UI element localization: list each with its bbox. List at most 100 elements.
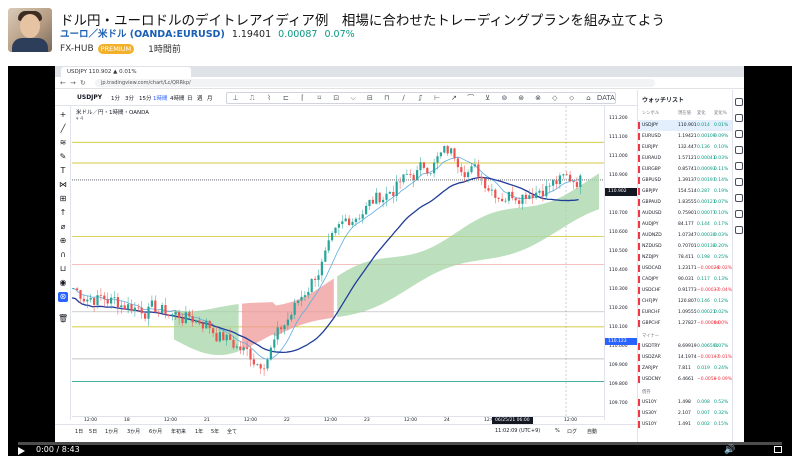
range-item[interactable]: 6か月 [149,428,162,435]
trendline-icon[interactable]: ╱ [58,124,68,134]
watchlist-row[interactable]: EURCHF 1.09555 0.00021 0.02% [638,307,733,318]
draw-tool-5[interactable]: ⌑ [311,94,328,102]
tf-3m[interactable]: 3分 [125,94,134,102]
range-item[interactable]: 5年 [211,428,219,435]
range-item[interactable]: 1年 [195,428,203,435]
tf-1m[interactable]: 1分 [111,94,120,102]
tf-m[interactable]: 月 [207,94,213,102]
draw-tool-6[interactable]: ⊡ [328,94,345,102]
symbol-link[interactable]: ユーロ／米ドル (OANDA:EURUSD) [60,29,225,40]
browser-tab[interactable]: USDJPY 110.902 ▲ 0.01% [61,67,191,77]
watchlist-row[interactable]: USDZAR 14.1974 −0.00147 −0.01% [638,352,733,363]
flag-icon[interactable] [638,243,640,250]
col-symbol[interactable]: シンボル [642,110,659,116]
range-item[interactable]: 3か月 [127,428,140,435]
watchlist-row[interactable]: USDCNY 6.4661 −0.0058 −0.09% [638,374,733,385]
flag-icon[interactable] [638,410,640,417]
flag-icon[interactable] [638,199,640,206]
draw-tool-16[interactable]: ⊚ [496,94,513,102]
range-item[interactable]: ログ [567,428,577,435]
lock-icon[interactable]: ⊔ [58,264,68,274]
range-item[interactable]: 年初来 [171,428,186,435]
range-item[interactable]: 自動 [587,428,597,435]
section-minor[interactable]: マイナー [642,333,659,339]
flag-icon[interactable] [638,298,640,305]
forward-icon[interactable]: → [70,79,76,87]
flag-icon[interactable] [638,254,640,261]
hide-icon[interactable]: ◉ [58,278,68,288]
watchlist-row[interactable]: US30Y 2.107 0.007 0.32% [638,408,733,419]
draw-tool-15[interactable]: ⊻ [479,94,496,102]
watchlist-row[interactable]: USDCHF 0.91773 −0.00037 −0.04% [638,285,733,296]
tf-4h[interactable]: 4時間 [170,94,185,102]
crosshair-icon[interactable]: + [58,110,68,120]
flag-icon[interactable] [638,343,640,350]
watchlist-row[interactable]: EURUSD 1.19421 0.00109 0.09% [638,131,733,142]
watchlist-row[interactable]: US10Y 1.491 0.002 0.15% [638,419,733,430]
watchlist-row[interactable]: AUDJPY 84.177 0.144 0.17% [638,219,733,230]
channel-name[interactable]: FX-HUB [60,44,94,54]
flag-icon[interactable] [638,133,640,140]
data-window-icon[interactable] [735,130,743,138]
alerts-icon[interactable] [735,114,743,122]
watchlist-row[interactable]: USDTRY 8.69919 0.006590 0.07% [638,341,733,352]
watchlist-row[interactable]: ZARJPY 7.811 0.019 0.24% [638,363,733,374]
fib-icon[interactable]: ≋ [58,138,68,148]
watchlist-row[interactable]: GBPUSD 1.39137 0.00197 0.14% [638,175,733,186]
watchlist-row[interactable]: USDJPY 110.901 0.014 0.01% [638,120,733,131]
flag-icon[interactable] [638,188,640,195]
pattern-icon[interactable]: ⋈ [58,180,68,190]
streams-icon[interactable] [735,194,743,202]
progress-bar[interactable] [18,442,782,445]
range-item[interactable]: 1日 [75,428,83,435]
flag-icon[interactable] [638,166,640,173]
channel-avatar[interactable] [8,8,52,52]
draw-tool-8[interactable]: ⊟ [362,94,379,102]
range-item[interactable]: 全て [227,428,237,435]
measure-icon[interactable]: ⊞ [58,194,68,204]
watchlist-title[interactable]: ウォッチリスト [642,95,684,104]
calendar-icon[interactable] [735,162,743,170]
draw-tool-4[interactable]: ⌈ [294,94,311,102]
price-chart[interactable]: 米ドル／円・1時間・OANDA ▾ 4 [71,106,604,416]
tf-d[interactable]: 日 [187,94,193,102]
draw-tool-22[interactable]: DATA [597,94,615,102]
address-field[interactable]: jp.tradingview.com/chart/Lc/QRRkp/ [95,79,655,87]
indicator-toggle[interactable]: ▾ 4 [76,116,83,122]
watchlist-row[interactable]: EURJPY 132.447 0.136 0.10% [638,142,733,153]
range-item[interactable]: 1か月 [105,428,118,435]
trash-icon[interactable]: 🗑 [58,314,68,324]
flag-icon[interactable] [638,421,640,428]
time-axis[interactable]: 12:00 18 12:00 21 12:00 22 12:00 23 12:00 24 12:00… [72,416,604,424]
tv-symbol[interactable]: USDJPY [77,94,102,101]
ruler-icon[interactable]: ⌀ [58,222,68,232]
flag-icon[interactable] [638,232,640,239]
range-item[interactable]: 5日 [89,428,97,435]
flag-icon[interactable] [638,309,640,316]
watchlist-row[interactable]: CHFJPY 120.807 0.146 0.12% [638,296,733,307]
range-item[interactable]: 11:02:09 (UTC+9) [495,428,540,434]
watchlist-row[interactable]: GBPJPY 154.514 0.287 0.19% [638,186,733,197]
zoom-icon[interactable]: ⊕ [58,236,68,246]
flag-icon[interactable] [638,265,640,272]
brush-icon[interactable]: ✎ [58,152,68,162]
watchlist-row[interactable]: EURGBP 0.85741 0.00093 0.11% [638,164,733,175]
flag-icon[interactable] [638,177,640,184]
watchlist-icon[interactable] [735,98,743,106]
notifications-icon[interactable] [735,226,743,234]
col-price[interactable]: 現在値 [678,110,691,116]
chat-icon[interactable] [735,210,743,218]
back-icon[interactable]: ← [60,79,66,87]
arrow-icon[interactable]: ↑ [58,208,68,218]
flag-icon[interactable] [638,287,640,294]
flag-icon[interactable] [638,354,640,361]
draw-tool-10[interactable]: ∕ [395,94,412,102]
draw-tool-0[interactable]: ⊥ [227,94,244,102]
draw-tool-11[interactable]: ⎎ [412,94,429,103]
flag-icon[interactable] [638,122,640,129]
draw-tool-12[interactable]: ⊢ [429,94,446,102]
watchlist-row[interactable]: AUDNZD 1.07347 0.00030 0.03% [638,230,733,241]
draw-tool-20[interactable]: ⬦ [563,94,580,103]
draw-tool-13[interactable]: ↗ [446,94,463,102]
draw-tool-2[interactable]: ⌇ [261,94,278,102]
